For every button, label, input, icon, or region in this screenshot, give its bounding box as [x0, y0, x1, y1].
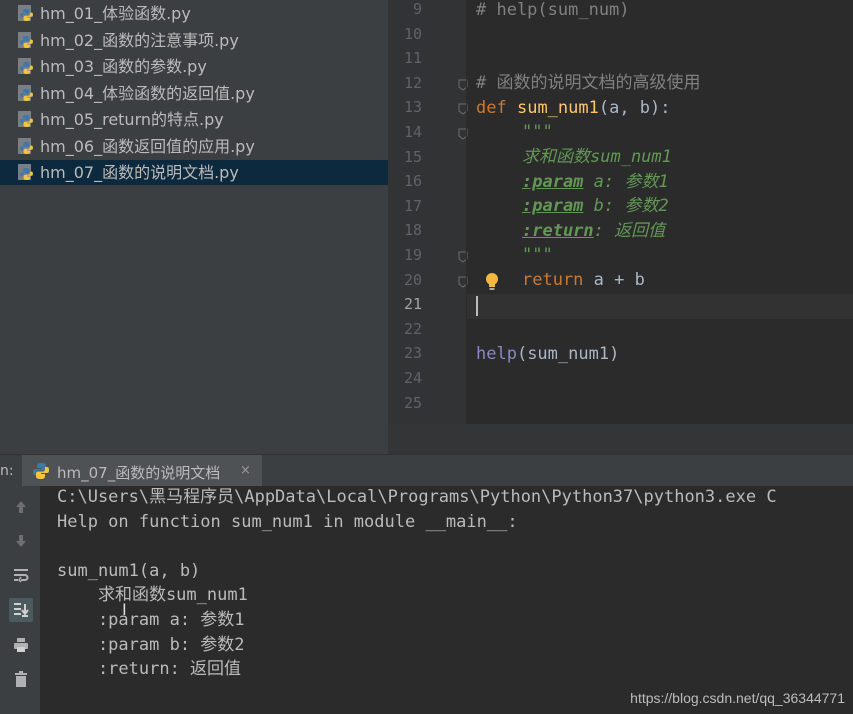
code-line-15: 求和函数sum_num1	[522, 147, 672, 167]
line-number: 14	[403, 123, 422, 141]
python-file-icon	[18, 137, 33, 154]
line-number: 16	[403, 172, 422, 191]
file-item[interactable]: hm_02_函数的注意事项.py	[0, 28, 388, 53]
project-panel: hm_01_体验函数.py hm_02_函数的注意事项.py hm_03_函数的参数…	[0, 0, 388, 454]
console-line: :param a: 参数1	[57, 610, 245, 630]
line-number: 25	[403, 393, 422, 412]
text-cursor	[476, 296, 478, 316]
function-signature: (a, b):	[598, 98, 671, 118]
line-number: 17	[403, 196, 422, 215]
doc-tag-param: :param	[522, 172, 584, 192]
function-name: sum_num1	[516, 98, 599, 118]
file-name: hm_07_函数的说明文档.py	[40, 163, 239, 182]
python-file-icon	[18, 5, 33, 21]
run-tab-bar: n: hm_07_函数的说明文档 ×	[0, 454, 853, 487]
arrow-down-icon[interactable]	[12, 532, 30, 550]
file-name: hm_04_体验函数的返回值.py	[40, 83, 255, 103]
python-file-icon	[33, 463, 49, 479]
console-output[interactable]: C:\Users\黑马程序员\AppData\Local\Programs\Py…	[40, 486, 853, 714]
code-line-14: """	[522, 122, 553, 142]
scroll-to-end-icon	[14, 603, 29, 617]
file-item[interactable]: hm_06_函数返回值的应用.py	[0, 134, 388, 159]
file-name: hm_06_函数返回值的应用.py	[40, 136, 255, 156]
line-number: 11	[403, 49, 422, 68]
help-args: (sum_num1)	[516, 344, 620, 364]
keyword-return: return	[522, 270, 584, 290]
code-line-19: """	[522, 245, 553, 265]
line-number: 9	[412, 0, 422, 18]
line-number: 23	[403, 344, 422, 363]
code-line-9: # help(sum_num)	[476, 0, 630, 20]
console-line: 求和函数sum_num1	[57, 585, 248, 606]
python-file-icon	[18, 31, 33, 48]
scroll-to-end-button[interactable]	[9, 598, 33, 622]
line-number: 22	[403, 319, 422, 338]
file-name: hm_02_函数的注意事项.py	[40, 30, 239, 50]
line-number: 12	[403, 73, 422, 92]
editor-horizontal-scroll-area[interactable]	[388, 424, 853, 454]
mouse-cursor-ibeam: I	[122, 600, 127, 619]
python-file-icon	[18, 58, 33, 74]
run-tab[interactable]: hm_07_函数的说明文档 ×	[22, 455, 262, 487]
console-line: C:\Users\黑马程序员\AppData\Local\Programs\Py…	[57, 487, 777, 507]
trash-icon[interactable]	[12, 670, 30, 688]
line-number: 20	[403, 270, 422, 289]
watermark: https://blog.csdn.net/qq_36344771	[630, 690, 845, 706]
console-line: sum_num1(a, b)	[57, 560, 201, 581]
gutter-divider	[466, 0, 467, 424]
run-toolbar	[0, 486, 40, 714]
file-item[interactable]: hm_05_return的特点.py	[0, 107, 388, 132]
code-line-20: return a + b	[522, 268, 645, 293]
keyword-def: def	[476, 98, 507, 118]
lightbulb-icon[interactable]	[484, 272, 500, 292]
doc-text: a: 参数1	[583, 172, 669, 192]
doc-tag-param: :param	[522, 196, 584, 216]
soft-wrap-icon[interactable]	[12, 566, 30, 584]
doc-text: : 返回值	[593, 221, 666, 241]
arrow-up-icon[interactable]	[12, 498, 30, 516]
line-number: 18	[403, 221, 422, 240]
print-icon[interactable]	[12, 636, 30, 654]
doc-text: b: 参数2	[583, 196, 669, 216]
file-name: hm_05_return的特点.py	[40, 110, 224, 129]
editor-gutter: 9 10 11 12 13 14 15 16 17 18 19 20 21 22 23 24 25	[388, 0, 468, 424]
code-line-12: # 函数的说明文档的高级使用	[476, 73, 701, 93]
python-file-icon	[18, 84, 33, 101]
code-line-16: :param a: 参数1	[522, 170, 669, 195]
return-expression: a + b	[583, 270, 645, 290]
file-name: hm_03_函数的参数.py	[40, 57, 207, 76]
code-editor[interactable]: 9 10 11 12 13 14 15 16 17 18 19 20 21 22 23 24 25 # help…	[388, 0, 853, 424]
close-icon[interactable]: ×	[240, 463, 251, 478]
console-line: :return: 返回值	[57, 659, 242, 680]
line-number: 21	[403, 295, 422, 314]
console-line: Help on function sum_num1 in module __ma…	[57, 511, 518, 532]
line-number: 24	[403, 369, 422, 387]
line-number: 13	[403, 98, 422, 117]
file-item[interactable]: hm_04_体验函数的返回值.py	[0, 81, 388, 106]
line-number: 19	[403, 246, 422, 264]
run-label: n:	[0, 463, 14, 479]
code-line-18: :return: 返回值	[522, 219, 665, 244]
file-name: hm_01_体验函数.py	[40, 4, 191, 23]
code-line-13: def sum_num1(a, b):	[476, 96, 671, 121]
current-line-highlight	[467, 294, 853, 319]
file-item[interactable]: hm_01_体验函数.py	[0, 1, 388, 26]
file-item[interactable]: hm_03_函数的参数.py	[0, 54, 388, 79]
python-file-icon	[18, 164, 33, 180]
line-number: 15	[403, 147, 422, 166]
python-file-icon	[18, 111, 33, 127]
code-line-23: help(sum_num1)	[476, 342, 619, 367]
console-line: :param b: 参数2	[57, 634, 245, 655]
file-item[interactable]: hm_07_函数的说明文档.py	[0, 160, 388, 185]
doc-tag-return: :return	[522, 221, 594, 241]
builtin-help: help	[476, 344, 517, 364]
line-number: 10	[403, 24, 422, 43]
run-tab-title: hm_07_函数的说明文档	[57, 464, 221, 482]
code-line-17: :param b: 参数2	[522, 194, 669, 219]
